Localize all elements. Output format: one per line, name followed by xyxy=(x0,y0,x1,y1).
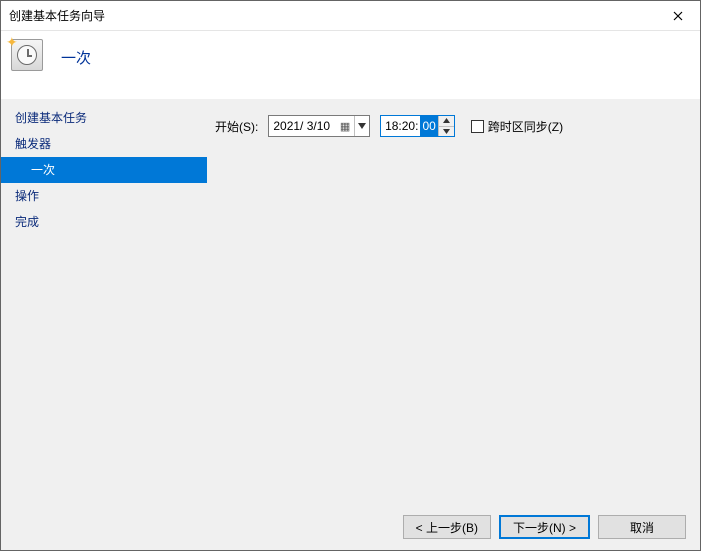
sidebar-item-create-basic-task[interactable]: 创建基本任务 xyxy=(1,105,207,131)
sparkle-icon: ✦ xyxy=(6,34,18,51)
close-button[interactable] xyxy=(655,1,700,31)
start-label: 开始(S): xyxy=(215,118,262,135)
sidebar-item-finish[interactable]: 完成 xyxy=(1,209,207,235)
time-picker[interactable]: 18:20: 00 xyxy=(380,115,455,137)
sync-timezone-checkbox[interactable] xyxy=(471,120,484,133)
wizard-content: 开始(S): 2021/ 3/10 ▦ 18:20: 00 xyxy=(207,99,700,504)
time-spin-up[interactable] xyxy=(439,116,454,127)
date-picker[interactable]: 2021/ 3/10 ▦ xyxy=(268,115,370,137)
time-spinner xyxy=(438,116,454,136)
time-spin-down[interactable] xyxy=(439,127,454,137)
chevron-up-icon xyxy=(443,118,450,123)
wizard-window: 创建基本任务向导 ✦ 一次 创建基本任务 触发器 一次 操作 完成 开始(S):… xyxy=(0,0,701,551)
sidebar-item-trigger[interactable]: 触发器 xyxy=(1,131,207,157)
time-selected-seconds: 00 xyxy=(420,116,437,136)
sidebar-item-action[interactable]: 操作 xyxy=(1,183,207,209)
back-button[interactable]: < 上一步(B) xyxy=(403,515,491,539)
date-value: 2021/ 3/10 xyxy=(269,119,336,133)
chevron-down-icon xyxy=(358,123,366,129)
sidebar-item-once[interactable]: 一次 xyxy=(1,157,207,183)
next-button[interactable]: 下一步(N) > xyxy=(499,515,590,539)
close-icon xyxy=(673,11,683,21)
calendar-icon: ▦ xyxy=(336,120,354,133)
sync-timezone-label: 跨时区同步(Z) xyxy=(488,118,563,135)
chevron-down-icon xyxy=(443,129,450,134)
wizard-clock-icon: ✦ xyxy=(11,39,43,71)
sync-timezone-checkbox-wrap[interactable]: 跨时区同步(Z) xyxy=(471,118,563,135)
clock-icon xyxy=(17,45,37,65)
wizard-footer: < 上一步(B) 下一步(N) > 取消 xyxy=(1,504,700,550)
time-prefix: 18:20: xyxy=(381,116,420,136)
start-row: 开始(S): 2021/ 3/10 ▦ 18:20: 00 xyxy=(215,115,692,137)
cancel-button[interactable]: 取消 xyxy=(598,515,686,539)
titlebar: 创建基本任务向导 xyxy=(1,1,700,31)
window-title: 创建基本任务向导 xyxy=(9,7,105,24)
wizard-sidebar: 创建基本任务 触发器 一次 操作 完成 xyxy=(1,99,207,504)
page-title: 一次 xyxy=(61,47,91,68)
date-dropdown-button[interactable] xyxy=(354,116,369,136)
wizard-header: ✦ 一次 xyxy=(1,31,700,99)
wizard-body: 创建基本任务 触发器 一次 操作 完成 开始(S): 2021/ 3/10 ▦ … xyxy=(1,99,700,504)
